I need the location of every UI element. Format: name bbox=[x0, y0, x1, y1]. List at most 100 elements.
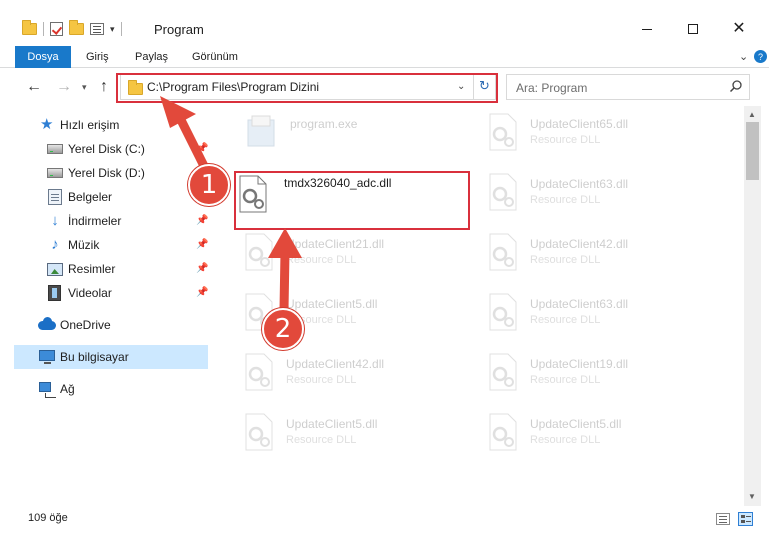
file-type: Resource DLL bbox=[530, 314, 601, 326]
sidebar-item-documents[interactable]: Belgeler 📌 bbox=[14, 185, 208, 209]
file-item[interactable]: UpdateClient19.dll Resource DLL bbox=[480, 346, 710, 404]
dll-file-icon bbox=[489, 293, 517, 331]
title-bar: ▾ Program ✕ bbox=[0, 0, 769, 44]
minimize-button[interactable] bbox=[624, 14, 670, 44]
sidebar-item-this-pc[interactable]: Bu bilgisayar bbox=[14, 345, 208, 369]
customize-toolbar-icon[interactable] bbox=[90, 23, 104, 35]
tab-share[interactable]: Paylaş bbox=[135, 46, 168, 68]
file-name: UpdateClient5.dll bbox=[286, 417, 378, 431]
sidebar-item-label: Müzik bbox=[68, 238, 100, 252]
ribbon-tabs: Dosya Giriş Paylaş Görünüm ⌄ ? bbox=[0, 46, 769, 68]
maximize-icon bbox=[688, 24, 698, 34]
sidebar-item-quick-access[interactable]: ★ Hızlı erişim bbox=[14, 113, 208, 137]
file-type: Resource DLL bbox=[530, 374, 601, 386]
scrollbar-thumb[interactable] bbox=[746, 122, 759, 180]
sidebar-item-label: Videolar bbox=[68, 286, 112, 300]
forward-arrow-icon[interactable]: → bbox=[56, 78, 72, 96]
videos-icon bbox=[48, 285, 61, 301]
help-icon[interactable]: ? bbox=[754, 50, 767, 63]
sidebar-item-label: Ağ bbox=[60, 382, 75, 396]
properties-check-icon[interactable] bbox=[50, 22, 63, 36]
chevron-down-icon[interactable]: ▾ bbox=[110, 24, 115, 35]
sidebar-item-local-disk-d[interactable]: Yerel Disk (D:) 📌 bbox=[14, 161, 208, 185]
file-name: UpdateClient63.dll bbox=[530, 177, 629, 191]
dll-file-icon bbox=[489, 413, 517, 451]
file-item[interactable]: UpdateClient5.dll Resource DLL bbox=[480, 406, 710, 464]
address-highlight-box bbox=[116, 73, 498, 103]
sidebar-item-music[interactable]: ♪ Müzik 📌 bbox=[14, 233, 208, 257]
sidebar-item-label: İndirmeler bbox=[68, 214, 122, 228]
close-button[interactable]: ✕ bbox=[716, 14, 762, 44]
scroll-down-icon[interactable]: ▼ bbox=[748, 492, 756, 501]
step-badge-2: 2 bbox=[262, 308, 304, 350]
pin-icon[interactable]: 📌 bbox=[196, 263, 208, 274]
file-item[interactable]: UpdateClient42.dll Resource DLL bbox=[480, 226, 710, 284]
item-count: 109 öğe bbox=[28, 512, 68, 524]
window-title: Program bbox=[154, 22, 204, 37]
tab-home[interactable]: Giriş bbox=[86, 46, 109, 68]
search-icon[interactable] bbox=[729, 79, 743, 93]
file-type: Resource DLL bbox=[530, 194, 601, 206]
file-type: Resource DLL bbox=[286, 374, 357, 386]
file-item[interactable]: program.exe bbox=[240, 106, 470, 164]
sidebar-item-network[interactable]: Ağ bbox=[14, 377, 208, 401]
tab-file[interactable]: Dosya bbox=[15, 46, 71, 68]
divider bbox=[120, 22, 122, 36]
tab-view[interactable]: Görünüm bbox=[192, 46, 238, 68]
up-arrow-icon[interactable]: ↑ bbox=[100, 78, 108, 96]
file-item[interactable]: UpdateClient63.dll Resource DLL bbox=[480, 286, 710, 344]
scroll-up-icon[interactable]: ▲ bbox=[748, 110, 756, 119]
star-icon: ★ bbox=[40, 116, 54, 133]
sidebar-item-label: OneDrive bbox=[60, 318, 111, 332]
file-list: program.exe UpdateClient65.dll Resource … bbox=[216, 106, 744, 506]
maximize-button[interactable] bbox=[670, 14, 716, 44]
exe-file-icon bbox=[247, 115, 275, 147]
dll-file-icon bbox=[489, 353, 517, 391]
file-name: UpdateClient42.dll bbox=[286, 357, 385, 371]
downloads-icon: ↓ bbox=[51, 212, 59, 229]
expand-ribbon-icon[interactable]: ⌄ bbox=[739, 50, 748, 63]
search-placeholder[interactable]: Ara: Program bbox=[516, 81, 587, 95]
folder-icon bbox=[22, 20, 37, 35]
network-icon bbox=[39, 382, 56, 398]
file-item[interactable]: UpdateClient5.dll Resource DLL bbox=[236, 406, 466, 464]
dll-file-icon bbox=[245, 233, 273, 271]
pin-icon[interactable]: 📌 bbox=[196, 215, 208, 226]
new-folder-icon[interactable] bbox=[69, 20, 84, 35]
file-item[interactable]: UpdateClient42.dll Resource DLL bbox=[236, 346, 466, 404]
sidebar-item-label: Yerel Disk (D:) bbox=[68, 166, 145, 180]
status-bar: 109 öğe bbox=[0, 506, 769, 536]
tiles-view-icon[interactable] bbox=[738, 512, 753, 526]
recent-locations-chevron-icon[interactable]: ▾ bbox=[82, 82, 87, 93]
details-view-icon[interactable] bbox=[716, 513, 730, 525]
pin-icon[interactable]: 📌 bbox=[196, 143, 208, 154]
back-arrow-icon[interactable]: ← bbox=[26, 78, 42, 96]
file-item[interactable]: UpdateClient63.dll Resource DLL bbox=[480, 166, 710, 224]
dll-file-icon bbox=[489, 173, 517, 211]
file-type: Resource DLL bbox=[286, 434, 357, 446]
sidebar-item-pictures[interactable]: Resimler 📌 bbox=[14, 257, 208, 281]
file-name: UpdateClient42.dll bbox=[530, 237, 629, 251]
search-box[interactable]: Ara: Program bbox=[506, 74, 750, 100]
pictures-icon bbox=[47, 263, 63, 276]
file-type: Resource DLL bbox=[530, 254, 601, 266]
sidebar-item-local-disk-c[interactable]: Yerel Disk (C:) 📌 bbox=[14, 137, 208, 161]
file-type: Resource DLL bbox=[530, 434, 601, 446]
file-highlight-box bbox=[234, 171, 470, 230]
divider bbox=[43, 22, 44, 36]
vertical-scrollbar[interactable]: ▲ ▼ bbox=[744, 106, 761, 506]
quick-access-toolbar: ▾ bbox=[22, 20, 122, 38]
pin-icon[interactable]: 📌 bbox=[196, 239, 208, 250]
close-icon: ✕ bbox=[732, 20, 746, 37]
file-item[interactable]: UpdateClient21.dll Resource DLL bbox=[236, 226, 466, 284]
dll-file-icon bbox=[245, 413, 273, 451]
file-type: Resource DLL bbox=[530, 134, 601, 146]
sidebar-item-videos[interactable]: Videolar 📌 bbox=[14, 281, 208, 305]
sidebar-item-onedrive[interactable]: OneDrive bbox=[14, 313, 208, 337]
sidebar-item-downloads[interactable]: ↓ İndirmeler 📌 bbox=[14, 209, 208, 233]
file-item[interactable]: UpdateClient65.dll Resource DLL bbox=[480, 106, 710, 164]
minimize-icon bbox=[642, 28, 652, 30]
sidebar-item-label: Hızlı erişim bbox=[60, 118, 120, 132]
documents-icon bbox=[48, 189, 62, 205]
pin-icon[interactable]: 📌 bbox=[196, 287, 208, 298]
